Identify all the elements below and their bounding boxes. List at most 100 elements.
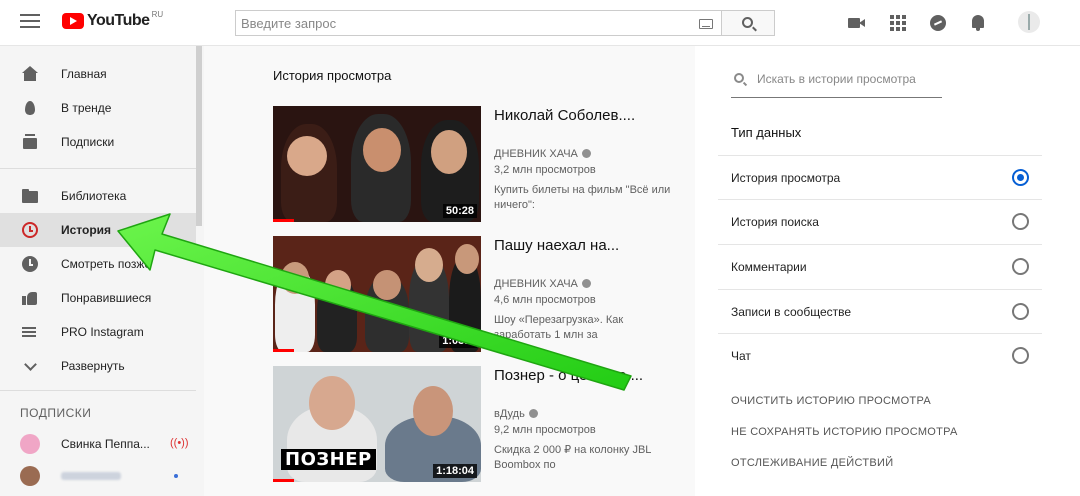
live-icon: ((•)) — [170, 437, 189, 449]
history-video-item[interactable]: ПОЗНЕР 1:18:04 Познер - о цензуре,... вД… — [273, 366, 693, 484]
history-video-item[interactable]: 1:03:1 Пашу наехал на... ДНЕВНИК ХАЧА 4,… — [273, 236, 693, 354]
watched-progress-bar — [273, 349, 294, 352]
playlist-icon — [22, 324, 38, 340]
sidebar-item-label: История — [61, 223, 112, 237]
sidebar-item-label: PRO Instagram — [61, 325, 144, 339]
pause-history-button[interactable]: НЕ СОХРАНЯТЬ ИСТОРИЮ ПРОСМОТРА — [731, 426, 958, 438]
video-title[interactable]: Познер - о цензуре,... — [494, 366, 684, 386]
history-video-item[interactable]: 50:28 Николай Соболев.... ДНЕВНИК ХАЧА 3… — [273, 106, 693, 224]
clear-history-button[interactable]: ОЧИСТИТЬ ИСТОРИЮ ПРОСМОТРА — [731, 395, 931, 407]
video-thumbnail[interactable]: 1:03:1 — [273, 236, 481, 352]
search-box — [235, 10, 722, 36]
verified-icon — [581, 279, 591, 288]
option-label: История поиска — [731, 215, 819, 229]
radio-button-selected[interactable] — [1012, 169, 1029, 186]
watched-progress-bar — [273, 219, 294, 222]
top-bar: YouTube RU — [0, 0, 1080, 46]
subscription-item[interactable]: Свинка Пеппа... ((•)) — [0, 428, 196, 460]
video-description: Шоу «Перезагрузка». Как заработать 1 млн… — [494, 314, 624, 341]
sidebar-item-playlist[interactable]: PRO Instagram — [0, 315, 196, 349]
option-comments[interactable]: Комментарии — [718, 244, 1042, 288]
trending-icon — [22, 100, 38, 116]
sidebar-item-label: Смотреть позже — [61, 257, 152, 271]
option-label: История просмотра — [731, 171, 841, 185]
new-content-dot — [174, 474, 178, 478]
video-views: 9,2 млн просмотров — [494, 424, 596, 436]
activity-controls-button[interactable]: ОТСЛЕЖИВАНИЕ ДЕЙСТВИЙ — [731, 457, 893, 469]
page-title: История просмотра — [273, 68, 392, 83]
video-title[interactable]: Николай Соболев.... — [494, 106, 684, 126]
option-chat[interactable]: Чат — [718, 333, 1042, 377]
sidebar-item-liked[interactable]: Понравившиеся — [0, 281, 196, 315]
option-community-posts[interactable]: Записи в сообществе — [718, 289, 1042, 333]
notifications-icon[interactable] — [969, 14, 987, 32]
channel-name-text: вДудь — [494, 408, 525, 420]
messages-icon[interactable] — [929, 14, 947, 32]
sidebar-item-label: Главная — [61, 67, 107, 81]
history-icon — [22, 222, 38, 238]
video-duration: 50:28 — [442, 204, 477, 218]
apps-icon[interactable] — [889, 14, 907, 32]
keyboard-icon[interactable] — [699, 19, 713, 29]
data-type-heading: Тип данных — [731, 125, 802, 140]
history-search — [731, 66, 942, 98]
option-label: Комментарии — [731, 260, 807, 274]
option-search-history[interactable]: История поиска — [718, 199, 1042, 243]
sidebar-item-label: В тренде — [61, 101, 112, 115]
sidebar-item-label: Библиотека — [61, 189, 127, 203]
search-button[interactable] — [721, 10, 775, 36]
menu-icon[interactable] — [20, 14, 40, 30]
channel-avatar — [20, 434, 40, 454]
search-icon — [734, 73, 744, 83]
channel-name-text: ДНЕВНИК ХАЧА — [494, 278, 578, 290]
sidebar-scrollbar[interactable] — [196, 46, 202, 226]
subscription-name: Свинка Пеппа... — [61, 437, 150, 451]
youtube-logo[interactable]: YouTube RU — [62, 9, 164, 30]
channel-name[interactable]: ДНЕВНИК ХАЧА — [494, 278, 591, 290]
channel-name[interactable]: вДудь — [494, 408, 538, 420]
sidebar-item-trending[interactable]: В тренде — [0, 91, 196, 125]
account-avatar[interactable] — [1018, 11, 1040, 33]
search-input[interactable] — [236, 11, 666, 35]
video-thumbnail[interactable]: ПОЗНЕР 1:18:04 — [273, 366, 481, 482]
home-icon — [22, 66, 38, 82]
radio-button[interactable] — [1012, 347, 1029, 364]
video-duration: 1:03:1 — [439, 334, 477, 348]
sidebar-item-expand[interactable]: Развернуть — [0, 349, 196, 383]
sidebar: Главная В тренде Подписки Библиотека Ист… — [0, 46, 204, 496]
create-video-icon[interactable] — [848, 14, 866, 32]
option-label: Записи в сообществе — [731, 305, 852, 319]
sidebar-item-label: Понравившиеся — [61, 291, 152, 305]
option-watch-history[interactable]: История просмотра — [718, 155, 1042, 199]
radio-button[interactable] — [1012, 258, 1029, 275]
video-duration: 1:18:04 — [433, 464, 477, 478]
search-bar — [235, 10, 775, 36]
video-thumbnail[interactable]: 50:28 — [273, 106, 481, 222]
channel-name[interactable]: ДНЕВНИК ХАЧА — [494, 148, 591, 160]
video-views: 3,2 млн просмотров — [494, 164, 596, 176]
watch-later-icon — [22, 256, 38, 272]
logo-region: RU — [151, 9, 164, 19]
radio-button[interactable] — [1012, 303, 1029, 320]
sidebar-item-watch-later[interactable]: Смотреть позже — [0, 247, 196, 281]
radio-button[interactable] — [1012, 213, 1029, 230]
video-title[interactable]: Пашу наехал на... — [494, 236, 684, 256]
sidebar-item-library[interactable]: Библиотека — [0, 179, 196, 213]
subscription-item[interactable] — [0, 460, 196, 492]
history-filter-panel: Тип данных История просмотра История пои… — [695, 46, 1080, 496]
subscriptions-heading: ПОДПИСКИ — [20, 406, 92, 420]
option-label: Чат — [731, 349, 751, 363]
video-views: 4,6 млн просмотров — [494, 294, 596, 306]
sidebar-item-label: Развернуть — [61, 359, 125, 373]
thumbnail-overlay-label: ПОЗНЕР — [281, 449, 376, 470]
history-search-input[interactable] — [757, 72, 937, 86]
subscriptions-icon — [22, 134, 38, 150]
sidebar-item-home[interactable]: Главная — [0, 57, 196, 91]
sidebar-item-subscriptions[interactable]: Подписки — [0, 125, 196, 159]
sidebar-divider — [0, 390, 196, 391]
watched-progress-bar — [273, 479, 294, 482]
sidebar-item-label: Подписки — [61, 135, 115, 149]
chevron-down-icon — [22, 358, 38, 374]
logo-text: YouTube — [87, 12, 150, 29]
sidebar-item-history[interactable]: История — [0, 213, 196, 247]
